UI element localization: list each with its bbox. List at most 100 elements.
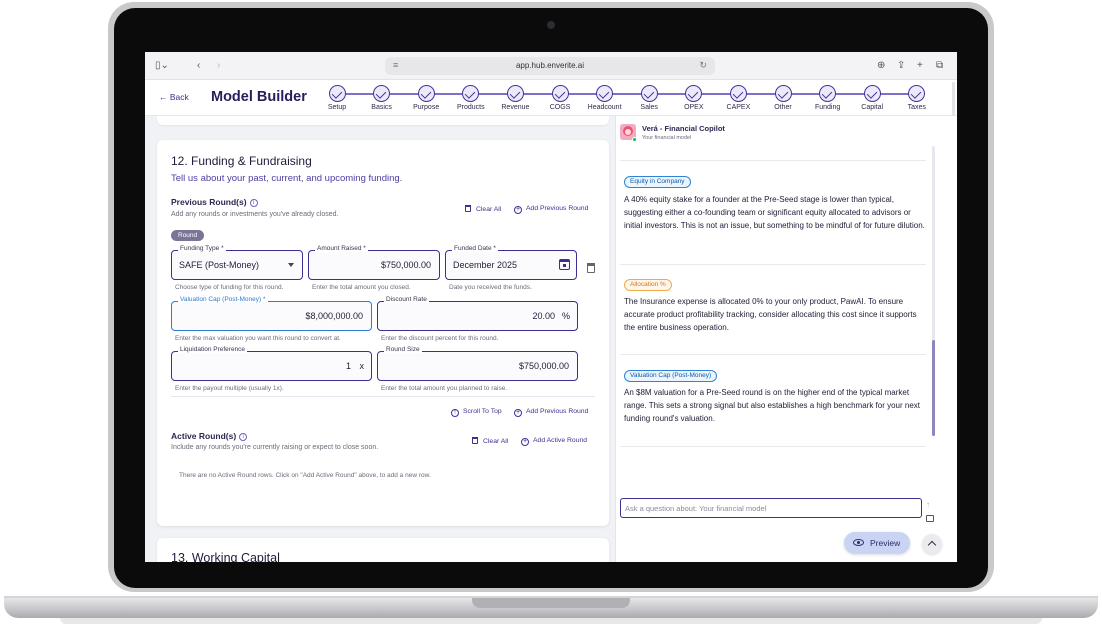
step-other[interactable]: Other	[758, 83, 808, 111]
chat-scrollbar-thumb[interactable]	[932, 340, 935, 436]
step-label: Headcount	[587, 104, 622, 111]
forward-nav-icon[interactable]: ›	[217, 60, 220, 72]
laptop-notch	[472, 598, 630, 608]
discount-rate-help: Enter the discount percent for this roun…	[381, 335, 499, 342]
funding-type-help: Choose type of funding for this round.	[175, 284, 284, 291]
step-label: Other	[774, 104, 792, 111]
liquidation-preference-help: Enter the payout multiple (usually 1x).	[175, 385, 284, 392]
funded-date-input[interactable]: Funded Date * December 2025	[445, 245, 577, 280]
active-rounds-description: Include any rounds you're currently rais…	[171, 444, 379, 451]
step-basics[interactable]: Basics	[357, 83, 407, 111]
copilot-message: A 40% equity stake for a founder at the …	[624, 195, 925, 230]
back-button[interactable]: ← Back	[159, 92, 189, 102]
info-icon[interactable]: i	[239, 433, 248, 441]
add-active-round-button[interactable]: + Add Active Round	[521, 437, 587, 446]
message-tag[interactable]: Equity in Company	[624, 176, 691, 188]
step-label: Products	[456, 104, 485, 111]
info-icon[interactable]: i	[249, 199, 258, 207]
step-label: COGS	[549, 104, 571, 111]
copilot-message: The Insurance expense is allocated 0% to…	[624, 297, 917, 332]
check-circle-icon	[462, 85, 480, 102]
active-rounds-heading: Active Round(s) i	[171, 431, 248, 441]
step-cogs[interactable]: COGS	[535, 83, 585, 111]
step-purpose[interactable]: Purpose	[401, 83, 451, 111]
check-circle-icon	[863, 85, 881, 102]
step-capex[interactable]: CAPEX	[713, 83, 763, 111]
scroll-to-top-button[interactable]: ↑ Scroll To Top	[451, 408, 502, 417]
step-label: Setup	[327, 104, 347, 111]
check-circle-icon	[328, 85, 346, 102]
next-section-title: 13. Working Capital	[171, 551, 280, 562]
amount-raised-input[interactable]: Amount Raised * $750,000.00	[308, 245, 440, 280]
page-title: Model Builder	[211, 89, 307, 105]
funding-section-card: 12. Funding & Fundraising Tell us about …	[157, 140, 609, 526]
send-icon[interactable]: ↑	[926, 500, 930, 509]
previous-section-card	[157, 116, 609, 125]
url-text: app.hub.enverite.ai	[515, 61, 585, 70]
check-circle-icon	[551, 85, 569, 102]
step-revenue[interactable]: Revenue	[490, 83, 540, 111]
round-tag: Round	[171, 230, 205, 241]
add-previous-round-bottom-button[interactable]: + Add Previous Round	[514, 408, 588, 417]
trash-icon	[465, 205, 471, 212]
sidebar-toggle-icon[interactable]: ▯⌄	[155, 60, 169, 72]
valuation-cap-help: Enter the max valuation you want this ro…	[175, 335, 341, 342]
step-funding[interactable]: Funding	[803, 83, 853, 111]
arrow-up-circle-icon: ↑	[451, 409, 459, 417]
plus-circle-icon: +	[514, 206, 522, 214]
back-nav-icon[interactable]: ‹	[197, 60, 200, 72]
percent-suffix: %	[561, 311, 570, 321]
address-bar[interactable]: ≡ app.hub.enverite.ai ↻	[385, 57, 715, 75]
check-circle-icon	[417, 85, 435, 102]
tabs-overview-icon[interactable]: ⧉	[936, 60, 943, 72]
message-tag[interactable]: Valuation Cap (Post-Money)	[624, 370, 718, 382]
clear-all-previous-button[interactable]: Clear All	[465, 205, 501, 213]
delete-row-icon[interactable]	[587, 263, 595, 273]
step-taxes[interactable]: Taxes	[892, 83, 942, 111]
chevron-down-icon	[288, 263, 294, 267]
step-headcount[interactable]: Headcount	[580, 83, 630, 111]
step-products[interactable]: Products	[446, 83, 496, 111]
section-subtitle: Tell us about your past, current, and up…	[171, 173, 403, 184]
new-tab-icon[interactable]: +	[917, 60, 923, 72]
ask-question-input[interactable]: Ask a question about: Your financial mod…	[620, 498, 922, 518]
arrow-left-icon: ←	[159, 92, 168, 102]
check-circle-icon	[908, 85, 926, 102]
step-label: Funding	[814, 104, 841, 111]
reload-icon[interactable]: ↻	[699, 60, 707, 71]
copilot-panel: Verá - Financial Copilot Your financial …	[615, 116, 957, 562]
step-opex[interactable]: OPEX	[669, 83, 719, 111]
camera	[547, 21, 555, 29]
liquidation-preference-input[interactable]: Liquidation Preference 1 x	[171, 346, 372, 381]
check-circle-icon	[506, 85, 524, 102]
check-circle-icon	[729, 85, 747, 102]
check-circle-icon	[774, 85, 792, 102]
step-capital[interactable]: Capital	[847, 83, 897, 111]
screen: ▯⌄ ‹ › ≡ app.hub.enverite.ai ↻ ⊕ ⇪ + ⧉ ←…	[145, 52, 957, 562]
message-tag[interactable]: Allocation %	[624, 279, 672, 291]
step-sales[interactable]: Sales	[624, 83, 674, 111]
calendar-icon[interactable]	[559, 259, 570, 270]
progress-stepper: Setup Basics Purpose Products Revenue COGS Hea…	[321, 83, 931, 115]
round-size-input[interactable]: Round Size $750,000.00	[377, 346, 578, 381]
trash-icon	[472, 437, 478, 444]
scroll-up-button[interactable]	[922, 534, 942, 554]
check-circle-icon	[685, 85, 703, 102]
amount-raised-help: Enter the total amount you closed.	[312, 284, 411, 291]
discount-rate-input[interactable]: Discount Rate 20.00 %	[377, 296, 578, 331]
download-icon[interactable]: ⊕	[877, 60, 885, 72]
chat-icon[interactable]	[926, 515, 934, 522]
round-size-help: Enter the total amount you planned to ra…	[381, 385, 508, 392]
share-icon[interactable]: ⇪	[897, 60, 905, 72]
previous-rounds-description: Add any rounds or investments you've alr…	[171, 211, 339, 218]
previous-rounds-heading: Previous Round(s) i	[171, 197, 258, 207]
add-previous-round-button[interactable]: + Add Previous Round	[514, 205, 588, 214]
funding-type-select[interactable]: Funding Type * SAFE (Post-Money)	[171, 245, 303, 280]
preview-button[interactable]: Preview	[844, 532, 910, 554]
copilot-subtitle: Your financial model	[642, 135, 692, 141]
clear-all-active-button[interactable]: Clear All	[472, 437, 508, 445]
multiplier-suffix: x	[359, 361, 365, 371]
step-setup[interactable]: Setup	[312, 83, 362, 111]
valuation-cap-input[interactable]: Valuation Cap (Post-Money) * $8,000,000.…	[171, 296, 372, 331]
step-label: Taxes	[907, 104, 926, 111]
